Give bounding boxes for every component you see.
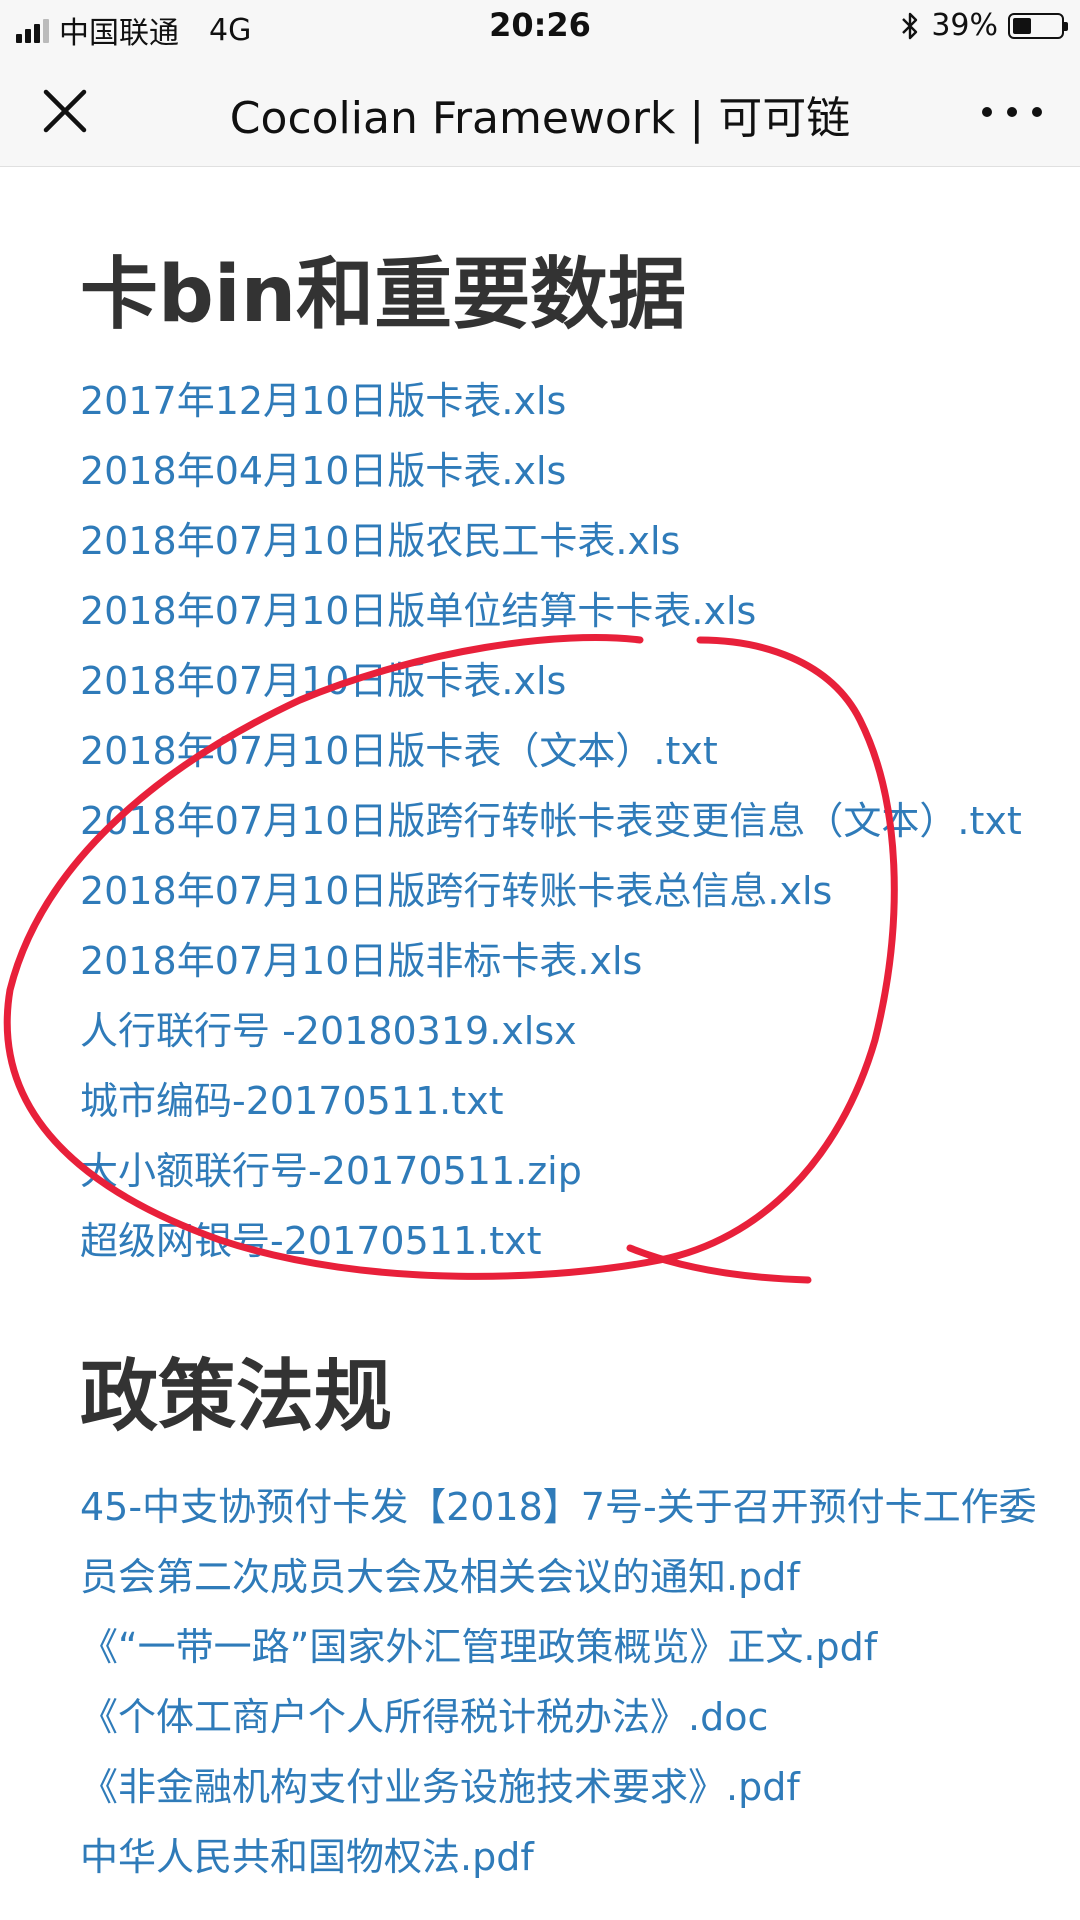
- battery-icon: [1008, 12, 1068, 39]
- file-link[interactable]: 《非金融机构支付业务设施技术要求》.pdf: [80, 1765, 800, 1809]
- section-heading: 卡bin和重要数据: [80, 250, 687, 340]
- list-item: 城市编码-20170511.txt: [80, 1066, 1060, 1136]
- list-item: 《个体工商户个人所得税计税办法》.doc: [80, 1682, 1060, 1752]
- list-item: 2018年07月10日版农民工卡表.xls: [80, 506, 1060, 576]
- section-heading: 政策法规: [80, 1352, 393, 1442]
- battery-percent: 39%: [931, 8, 998, 43]
- list-item: 45-中支协预付卡发【2018】7号-关于召开预付卡工作委员会第二次成员大会及相…: [80, 1472, 1060, 1612]
- battery-level: [1013, 17, 1031, 34]
- file-link[interactable]: 2018年07月10日版跨行转帐卡表变更信息（文本）.txt: [80, 799, 1022, 843]
- list-item: 大小额联行号-20170511.zip: [80, 1136, 1060, 1206]
- list-item: 2018年07月10日版卡表.xls: [80, 646, 1060, 716]
- file-link[interactable]: 2018年07月10日版卡表（文本）.txt: [80, 729, 718, 773]
- file-link[interactable]: 《个体工商户个人所得税计税办法》.doc: [80, 1695, 768, 1739]
- file-link[interactable]: 大小额联行号-20170511.zip: [80, 1149, 582, 1193]
- nav-bar: Cocolian Framework | 可可链: [0, 54, 1080, 167]
- file-link[interactable]: 2018年07月10日版卡表.xls: [80, 659, 566, 703]
- close-icon[interactable]: [40, 86, 90, 136]
- bluetooth-icon: [902, 12, 918, 39]
- list-item: 2018年04月10日版卡表.xls: [80, 436, 1060, 506]
- file-link[interactable]: 2018年07月10日版跨行转账卡表总信息.xls: [80, 869, 832, 913]
- file-link[interactable]: 2018年04月10日版卡表.xls: [80, 449, 566, 493]
- section-policy: 政策法规 45-中支协预付卡发【2018】7号-关于召开预付卡工作委员会第二次成…: [80, 1358, 1060, 1892]
- list-item: 《“一带一路”国家外汇管理政策概览》正文.pdf: [80, 1612, 1060, 1682]
- file-list: 2017年12月10日版卡表.xls 2018年04月10日版卡表.xls 20…: [80, 366, 1060, 1276]
- file-link[interactable]: 城市编码-20170511.txt: [80, 1079, 504, 1123]
- list-item: 2018年07月10日版跨行转账卡表总信息.xls: [80, 856, 1060, 926]
- status-bar: 中国联通 4G 20:26 39%: [0, 0, 1080, 54]
- section-card-bin: 卡bin和重要数据 2017年12月10日版卡表.xls 2018年04月10日…: [80, 256, 1060, 1276]
- list-item: 2017年12月10日版卡表.xls: [80, 366, 1060, 436]
- list-item: 2018年07月10日版非标卡表.xls: [80, 926, 1060, 996]
- status-right: 39%: [899, 8, 1068, 43]
- file-link[interactable]: 2018年07月10日版单位结算卡卡表.xls: [80, 589, 756, 633]
- file-link[interactable]: 《“一带一路”国家外汇管理政策概览》正文.pdf: [80, 1625, 877, 1669]
- file-link[interactable]: 中华人民共和国物权法.pdf: [80, 1835, 534, 1879]
- list-item: 2018年07月10日版卡表（文本）.txt: [80, 716, 1060, 786]
- file-link[interactable]: 2018年07月10日版农民工卡表.xls: [80, 519, 680, 563]
- file-link[interactable]: 2018年07月10日版非标卡表.xls: [80, 939, 642, 983]
- list-item: 中华人民共和国物权法.pdf: [80, 1822, 1060, 1892]
- file-list: 45-中支协预付卡发【2018】7号-关于召开预付卡工作委员会第二次成员大会及相…: [80, 1472, 1060, 1892]
- list-item: 超级网银号-20170511.txt: [80, 1206, 1060, 1276]
- list-item: 2018年07月10日版跨行转帐卡表变更信息（文本）.txt: [80, 786, 1060, 856]
- page-title: Cocolian Framework | 可可链: [229, 93, 851, 144]
- file-link[interactable]: 人行联行号 -20180319.xlsx: [80, 1009, 577, 1053]
- list-item: 2018年07月10日版单位结算卡卡表.xls: [80, 576, 1060, 646]
- list-item: 人行联行号 -20180319.xlsx: [80, 996, 1060, 1066]
- file-link[interactable]: 2017年12月10日版卡表.xls: [80, 379, 566, 423]
- file-link[interactable]: 超级网银号-20170511.txt: [80, 1219, 542, 1263]
- file-link[interactable]: 45-中支协预付卡发【2018】7号-关于召开预付卡工作委员会第二次成员大会及相…: [80, 1485, 1037, 1599]
- more-icon[interactable]: [982, 92, 1042, 132]
- page-content: 卡bin和重要数据 2017年12月10日版卡表.xls 2018年04月10日…: [80, 166, 1060, 1892]
- list-item: 《非金融机构支付业务设施技术要求》.pdf: [80, 1752, 1060, 1822]
